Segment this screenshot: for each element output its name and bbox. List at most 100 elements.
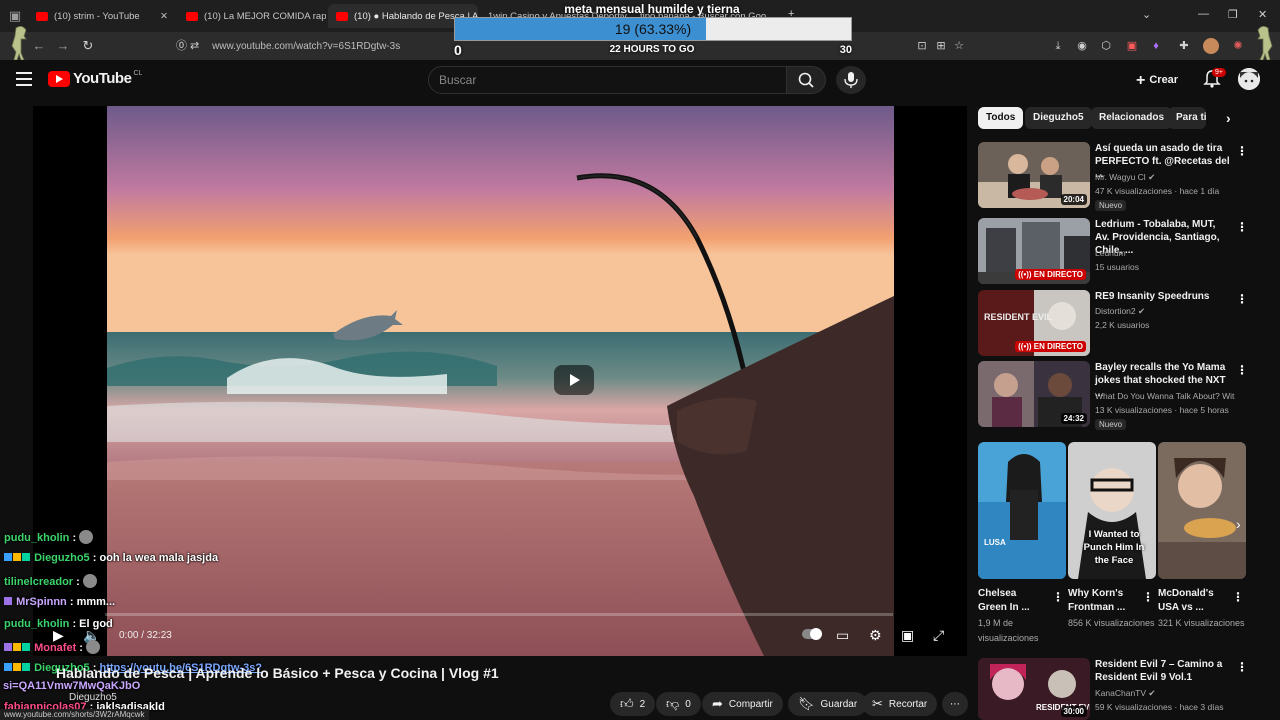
tab-strim[interactable]: (10) strim - YouTube ✕ (28, 4, 176, 28)
chip-para-ti[interactable]: Para ti (1168, 107, 1206, 129)
youtube-logo[interactable]: YouTube CL (48, 70, 142, 87)
sub-badge-icon (4, 643, 12, 651)
chip-todos[interactable]: Todos (978, 107, 1024, 129)
chat-link-continuation[interactable]: si=QA11Vmw7MwQaKJbO (3, 680, 140, 692)
recommendation-item[interactable]: ((•)) EN DIRECTO Ledrium - Tobalaba, MUT… (978, 218, 1248, 284)
reload-icon[interactable]: ↻ (79, 37, 97, 55)
clip-button[interactable]: ✂ Recortar (862, 692, 938, 716)
shorts-next-chevron-icon[interactable]: › (1236, 516, 1250, 534)
profile-icon[interactable] (1203, 38, 1219, 54)
video-player[interactable]: ▶ 🔈 0:00 / 32:23 ▭ ⚙ ▣ ⤢ (33, 106, 967, 656)
settings-extension-icon[interactable]: ✺ (1230, 38, 1246, 54)
recommendation-meta: 2,2 K usuarios (1095, 320, 1150, 330)
settings-gear-icon[interactable]: ⚙ (869, 627, 882, 644)
subtitles-icon[interactable]: ▭ (836, 627, 849, 644)
recommendation-item[interactable]: RESIDENT EVIL 7 30:00 Resident Evil 7 – … (978, 658, 1248, 720)
twitch-extension-icon[interactable]: ♦ (1148, 38, 1164, 54)
dislike-button[interactable]: 👎︎ 0 (656, 692, 701, 716)
minimize-icon[interactable]: — (1198, 8, 1209, 20)
url-field[interactable]: ⓪ ⇄ www.youtube.com/watch?v=6S1RDgtw-3s (176, 36, 400, 56)
short-item[interactable]: McDonald's USA vs ... 321 K visualizacio… (1158, 442, 1246, 631)
short-thumbnail[interactable] (1158, 442, 1246, 579)
bits-badge-icon (13, 643, 21, 651)
recommendation-title[interactable]: Resident Evil 7 – Camino a Resident Evil… (1095, 658, 1231, 684)
video-frame[interactable] (107, 106, 894, 656)
recommendation-channel: Mr. Wagyu Cl ✔ (1095, 172, 1235, 183)
play-button-icon[interactable] (554, 365, 594, 395)
avatar[interactable] (1238, 68, 1260, 90)
tab-list-chevron-icon[interactable]: ⌄ (1142, 8, 1151, 21)
recommendation-item[interactable]: RESIDENT EVIL ((•)) EN DIRECTO RE9 Insan… (978, 290, 1248, 356)
tab-close-icon[interactable]: ✕ (152, 11, 168, 22)
account-icon[interactable]: ◉ (1074, 38, 1090, 54)
scissors-icon: ✂ (872, 696, 883, 711)
kebab-menu-icon[interactable]: ⋮ (1142, 590, 1154, 604)
menu-icon[interactable] (16, 72, 32, 86)
site-info-icon[interactable]: ⓪ ⇄ (176, 40, 199, 52)
share-button[interactable]: ➦ Compartir (702, 692, 783, 716)
recommendation-thumbnail[interactable]: RESIDENT EVIL 7 30:00 (978, 658, 1090, 720)
fullscreen-icon[interactable]: ⤢ (933, 627, 944, 644)
more-actions-button[interactable]: ⋯ (942, 692, 968, 716)
short-title[interactable]: Chelsea Green In ... (978, 587, 1048, 615)
channel-name[interactable]: Dieguzho5 (69, 692, 117, 703)
recommendation-thumbnail[interactable]: 24:32 (978, 361, 1090, 427)
chip-channel[interactable]: Dieguzho5 (1025, 107, 1092, 129)
recommendation-item[interactable]: 24:32 Bayley recalls the Yo Mama jokes t… (978, 361, 1248, 430)
short-item[interactable]: I Wanted to Punch Him In the Face Why Ko… (1068, 442, 1156, 631)
kebab-menu-icon[interactable]: ⋮ (1236, 220, 1248, 234)
short-thumbnail[interactable]: I Wanted to Punch Him In the Face (1068, 442, 1156, 579)
shield-extension-icon[interactable]: ▣ (1124, 38, 1140, 54)
recommendation-channel: KanaChanTV ✔ (1095, 688, 1235, 699)
chip-relacionados[interactable]: Relacionados (1091, 107, 1173, 129)
puzzle-icon[interactable]: ✚ (1176, 38, 1192, 54)
short-thumbnail[interactable]: LUSA (978, 442, 1066, 579)
notifications-badge: 9+ (1212, 68, 1226, 77)
chat-text: ooh la wea mala jasjda (99, 552, 219, 564)
extension-icon[interactable]: ⬡ (1098, 38, 1114, 54)
forward-icon[interactable]: → (54, 37, 72, 55)
video-progress-bar[interactable] (105, 613, 893, 616)
kebab-menu-icon[interactable]: ⋮ (1232, 590, 1244, 604)
short-views: 321 K visualizaciones (1158, 618, 1245, 628)
miniplayer-icon[interactable]: ▣ (901, 627, 914, 644)
back-icon[interactable]: ← (30, 37, 48, 55)
share-icon: ➦ (712, 696, 723, 711)
chips-next-chevron-icon[interactable]: › (1218, 107, 1239, 129)
kebab-menu-icon[interactable]: ⋮ (1236, 660, 1248, 674)
dinosaur-decoration-icon (1257, 26, 1273, 61)
recommendation-meta: 15 usuarios (1095, 262, 1139, 272)
save-button[interactable]: 🔖︎ Guardar (788, 692, 868, 716)
kebab-menu-icon[interactable]: ⋮ (1236, 144, 1248, 158)
search-input[interactable]: Buscar (428, 66, 788, 94)
maximize-icon[interactable]: ❐ (1228, 8, 1238, 21)
plus-icon: + (1136, 72, 1146, 89)
search-button[interactable] (786, 66, 826, 94)
video-duration: 30:00 (1060, 706, 1087, 717)
recommendation-title[interactable]: RE9 Insanity Speedruns (1095, 290, 1231, 303)
search-icon (798, 72, 814, 88)
video-title: Hablando de Pesca | Aprende lo Básico + … (56, 665, 499, 681)
short-title[interactable]: Why Korn's Frontman ... (1068, 587, 1138, 615)
recommendation-item[interactable]: 20:04 Así queda un asado de tira PERFECT… (978, 142, 1248, 211)
autoplay-toggle-icon[interactable] (801, 627, 823, 644)
browser-status-url: www.youtube.com/shorts/3W2rAMqcwk (0, 709, 149, 720)
bookmark-star-icon[interactable]: ☆ (951, 38, 967, 54)
cast-icon[interactable]: ⊞ (933, 38, 949, 54)
short-item[interactable]: LUSA Chelsea Green In ... 1,9 M de visua… (978, 442, 1066, 646)
recommendation-thumbnail[interactable]: RESIDENT EVIL ((•)) EN DIRECTO (978, 290, 1090, 356)
download-icon[interactable]: ⤓ (1050, 38, 1066, 54)
kebab-menu-icon[interactable]: ⋮ (1236, 292, 1248, 306)
kebab-menu-icon[interactable]: ⋮ (1052, 590, 1064, 604)
install-app-icon[interactable]: ⊡ (914, 38, 930, 54)
short-title[interactable]: McDonald's USA vs ... (1158, 587, 1228, 615)
recommendation-thumbnail[interactable]: 20:04 (978, 142, 1090, 208)
voice-search-button[interactable] (836, 66, 866, 94)
create-button[interactable]: + Crear (1136, 70, 1178, 89)
close-window-icon[interactable]: ✕ (1258, 8, 1267, 21)
like-button[interactable]: 👍︎ 2 (610, 692, 656, 716)
tab-comida[interactable]: (10) La MEJOR COMIDA rapida de ✕ (178, 4, 326, 28)
kebab-menu-icon[interactable]: ⋮ (1236, 363, 1248, 377)
recommendation-thumbnail[interactable]: ((•)) EN DIRECTO (978, 218, 1090, 284)
chat-username: Monafet (34, 642, 77, 654)
